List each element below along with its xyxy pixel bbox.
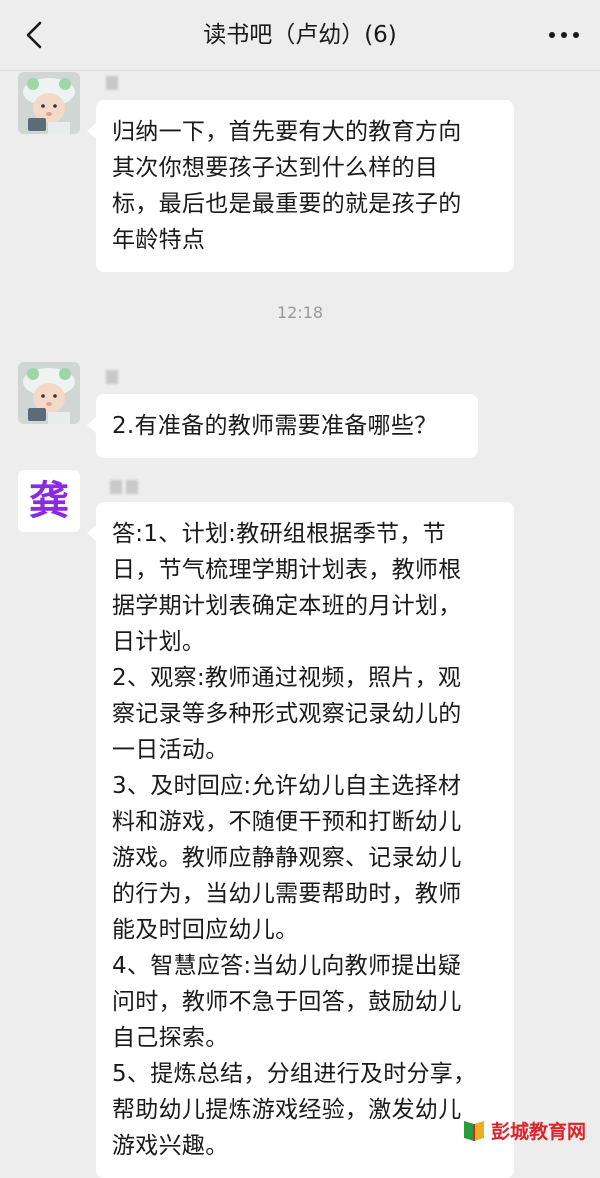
message-bubble[interactable]: 归纳一下，首先要有大的教育方向 其次你想要孩子达到什么样的目 标，最后也是最重要… xyxy=(87,100,514,272)
message-bubble[interactable]: 答:1、计划:教研组根据季节，节 日，节气梳理学期计划表，教师根 据学期计划表确… xyxy=(87,502,514,1178)
message-bubble[interactable]: 2.有准备的教师需要准备哪些？ xyxy=(87,394,478,458)
sender-name-blurred xyxy=(110,480,138,498)
sender-name-blurred xyxy=(106,76,118,94)
avatar[interactable] xyxy=(18,72,80,134)
watermark: 彭城教育网 xyxy=(461,1117,586,1144)
baby-photo-icon xyxy=(18,362,80,424)
more-dots-icon xyxy=(549,32,579,38)
avatar[interactable] xyxy=(18,362,80,424)
avatar[interactable]: 龚 xyxy=(18,470,80,532)
chat-title: 读书吧（卢幼）(6) xyxy=(203,22,397,48)
avatar-text: 龚 xyxy=(29,478,69,524)
more-button[interactable] xyxy=(544,20,584,50)
baby-photo-icon xyxy=(18,72,80,134)
book-logo-icon xyxy=(463,1120,484,1141)
sender-name-blurred xyxy=(106,370,118,388)
chat-header: 读书吧（卢幼）(6) xyxy=(0,0,600,71)
watermark-text: 彭城教育网 xyxy=(490,1121,586,1143)
timestamp: 12:18 xyxy=(276,303,324,322)
